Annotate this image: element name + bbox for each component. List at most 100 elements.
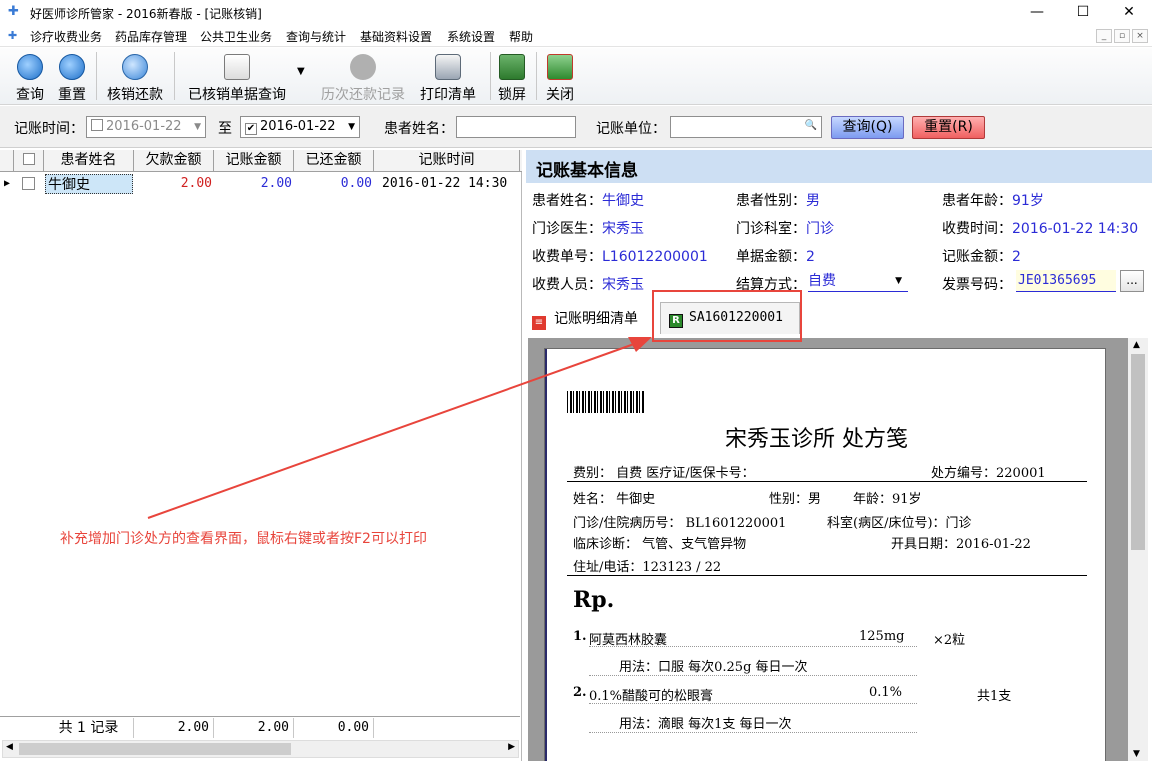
menu-basic-data[interactable]: 基础资料设置 [360,28,432,45]
chevron-down-icon: ▼ [194,122,201,132]
cell-charged: 2.00 [260,176,292,191]
scroll-thumb[interactable] [1131,354,1145,550]
date-to-checkbox[interactable]: ✔ [245,123,257,135]
cell-repaid: 0.00 [340,176,372,191]
prescription-preview-area[interactable]: 宋秀玉诊所 处方笺 费别： 自费 医疗证/医保卡号： 处方编号：220001 姓… [528,338,1128,761]
row-checkbox[interactable] [22,177,35,190]
history-repay-button[interactable]: 历次还款记录 [316,50,410,103]
patient-name-field: 患者姓名：牛御史 [532,193,644,209]
cell-patient-name[interactable]: 牛御史 [45,174,133,194]
search-icon: 🔍 [804,120,817,131]
prescription-page[interactable]: 宋秀玉诊所 处方笺 费别： 自费 医疗证/医保卡号： 处方编号：220001 姓… [544,348,1106,761]
chevron-down-icon: ▼ [895,276,902,286]
history-icon [350,54,376,80]
time-label: 记账时间： [14,121,84,137]
date-from-checkbox[interactable] [91,119,103,131]
menu-public-health[interactable]: 公共卫生业务 [200,28,272,45]
dept-line: 科室(病区/床位号)：门诊 [827,516,972,531]
exit-icon [547,54,573,80]
scroll-thumb[interactable] [19,743,291,755]
charge-no-field: 收费单号：L16012200001 [532,249,708,265]
scroll-up-icon[interactable]: ▲ [1133,340,1140,350]
chevron-down-icon: ▼ [348,122,355,132]
maximize-button[interactable]: ☐ [1060,0,1106,25]
toolbar-separator [490,52,491,100]
tab-detail-list[interactable]: ≡ 记账明细清单 [532,308,638,330]
patient-name-input[interactable] [456,116,576,138]
patient-name-label: 患者姓名： [384,121,454,137]
menu-system-settings[interactable]: 系统设置 [447,28,495,45]
col-time[interactable]: 记账时间 [374,150,520,172]
toolbar-separator [96,52,97,100]
doctor-field: 门诊医生：宋秀玉 [532,221,644,237]
print-list-button[interactable]: 打印清单 [416,50,480,103]
menu-query-stats[interactable]: 查询与统计 [286,28,346,45]
annotation-text: 补充增加门诊处方的查看界面，鼠标右键或者按F2可以打印 [60,531,427,547]
divider [567,575,1087,576]
scroll-down-icon[interactable]: ▼ [1133,749,1140,759]
record-detail-panel: 记账基本信息 患者姓名：牛御史 患者性别：男 患者年龄：91岁 门诊医生：宋秀玉… [526,150,1152,761]
mdi-restore-button[interactable]: ▫ [1114,29,1130,43]
charge-time-field: 收费时间：2016-01-22 14:30 [942,221,1139,237]
minimize-button[interactable]: — [1014,0,1060,25]
scroll-left-icon[interactable]: ◀ [6,742,13,752]
dropdown-arrow-icon[interactable]: ▼ [297,66,305,77]
dept-field: 门诊科室：门诊 [736,221,834,237]
gender-line: 性别：男 [769,492,822,507]
rp-label: Rp. [573,587,615,613]
reset-tool-button[interactable]: 重置 [52,50,92,103]
scroll-right-icon[interactable]: ▶ [508,742,515,752]
mdi-minimize-button[interactable]: _ [1096,29,1112,43]
document-search-icon [224,54,250,80]
col-repaid[interactable]: 已还金额 [294,150,374,172]
settle-select[interactable]: 自费 ▼ [808,270,908,292]
drug-name: 0.1%醋酸可的松眼膏 [589,689,714,704]
clinic-title: 宋秀玉诊所 处方笺 [725,427,908,452]
horizontal-scrollbar[interactable]: ◀ ▶ [2,740,519,758]
invoice-input[interactable]: JE01365695 [1016,270,1116,292]
menu-help[interactable]: 帮助 [509,28,533,45]
summary-owed: 2.00 [134,718,214,738]
repay-icon [122,54,148,80]
vertical-scrollbar[interactable]: ▲ ▼ [1128,338,1148,761]
printer-icon [435,54,461,80]
close-window-button[interactable]: ✕ [1106,0,1152,25]
date-from-picker[interactable]: 2016-01-22 ▼ [86,116,206,138]
summary-count: 共 1 记录 [44,718,134,738]
select-all-checkbox[interactable] [14,150,44,172]
drug-spec: 125mg [859,629,905,644]
barcode [567,391,645,413]
divider [567,481,1087,482]
drug-qty: 共1支 [977,689,1012,704]
menu-clinic-billing[interactable]: 诊疗收费业务 [30,28,102,45]
writeoff-query-button[interactable]: 已核销单据查询 [182,50,292,103]
cashier-field: 收费人员：宋秀玉 [532,277,644,293]
lock-screen-button[interactable]: 锁屏 [494,50,530,103]
col-patient-name[interactable]: 患者姓名 [44,150,134,172]
reset-button[interactable]: 重置(R) [912,116,985,139]
col-charged[interactable]: 记账金额 [214,150,294,172]
unit-input[interactable]: 🔍 [670,116,822,138]
app-logo-icon: ✚ [8,4,19,19]
record-line: 门诊/住院病历号： BL1601220001 [573,516,787,531]
date-to-picker[interactable]: ✔ 2016-01-22 ▼ [240,116,360,138]
invoice-browse-button[interactable]: ... [1120,270,1144,292]
cell-owed: 2.00 [180,176,212,191]
menu-drug-inventory[interactable]: 药品库存管理 [115,28,187,45]
search-icon [17,54,43,80]
list-icon: ≡ [532,316,546,330]
charged-amount-field: 记账金额：2 [942,249,1021,265]
fee-type-line: 费别： 自费 医疗证/医保卡号： [573,466,755,481]
drug-usage: 用法：滴眼 每次1支 每日一次 [619,717,792,732]
rx-number: 处方编号：220001 [931,466,1046,481]
writeoff-repay-button[interactable]: 核销还款 [102,50,168,103]
col-owed[interactable]: 欠款金额 [134,150,214,172]
close-tool-button[interactable]: 关闭 [542,50,578,103]
invoice-label: 发票号码： [942,277,1012,293]
mdi-close-button[interactable]: × [1132,29,1148,43]
query-button[interactable]: 查询(Q) [831,116,904,139]
drug-spec: 0.1% [869,685,903,700]
query-tool-button[interactable]: 查询 [8,50,52,103]
menu-bar: ✚ 诊疗收费业务 药品库存管理 公共卫生业务 查询与统计 基础资料设置 系统设置… [0,25,1152,47]
drug-qty: ×2粒 [933,633,966,648]
